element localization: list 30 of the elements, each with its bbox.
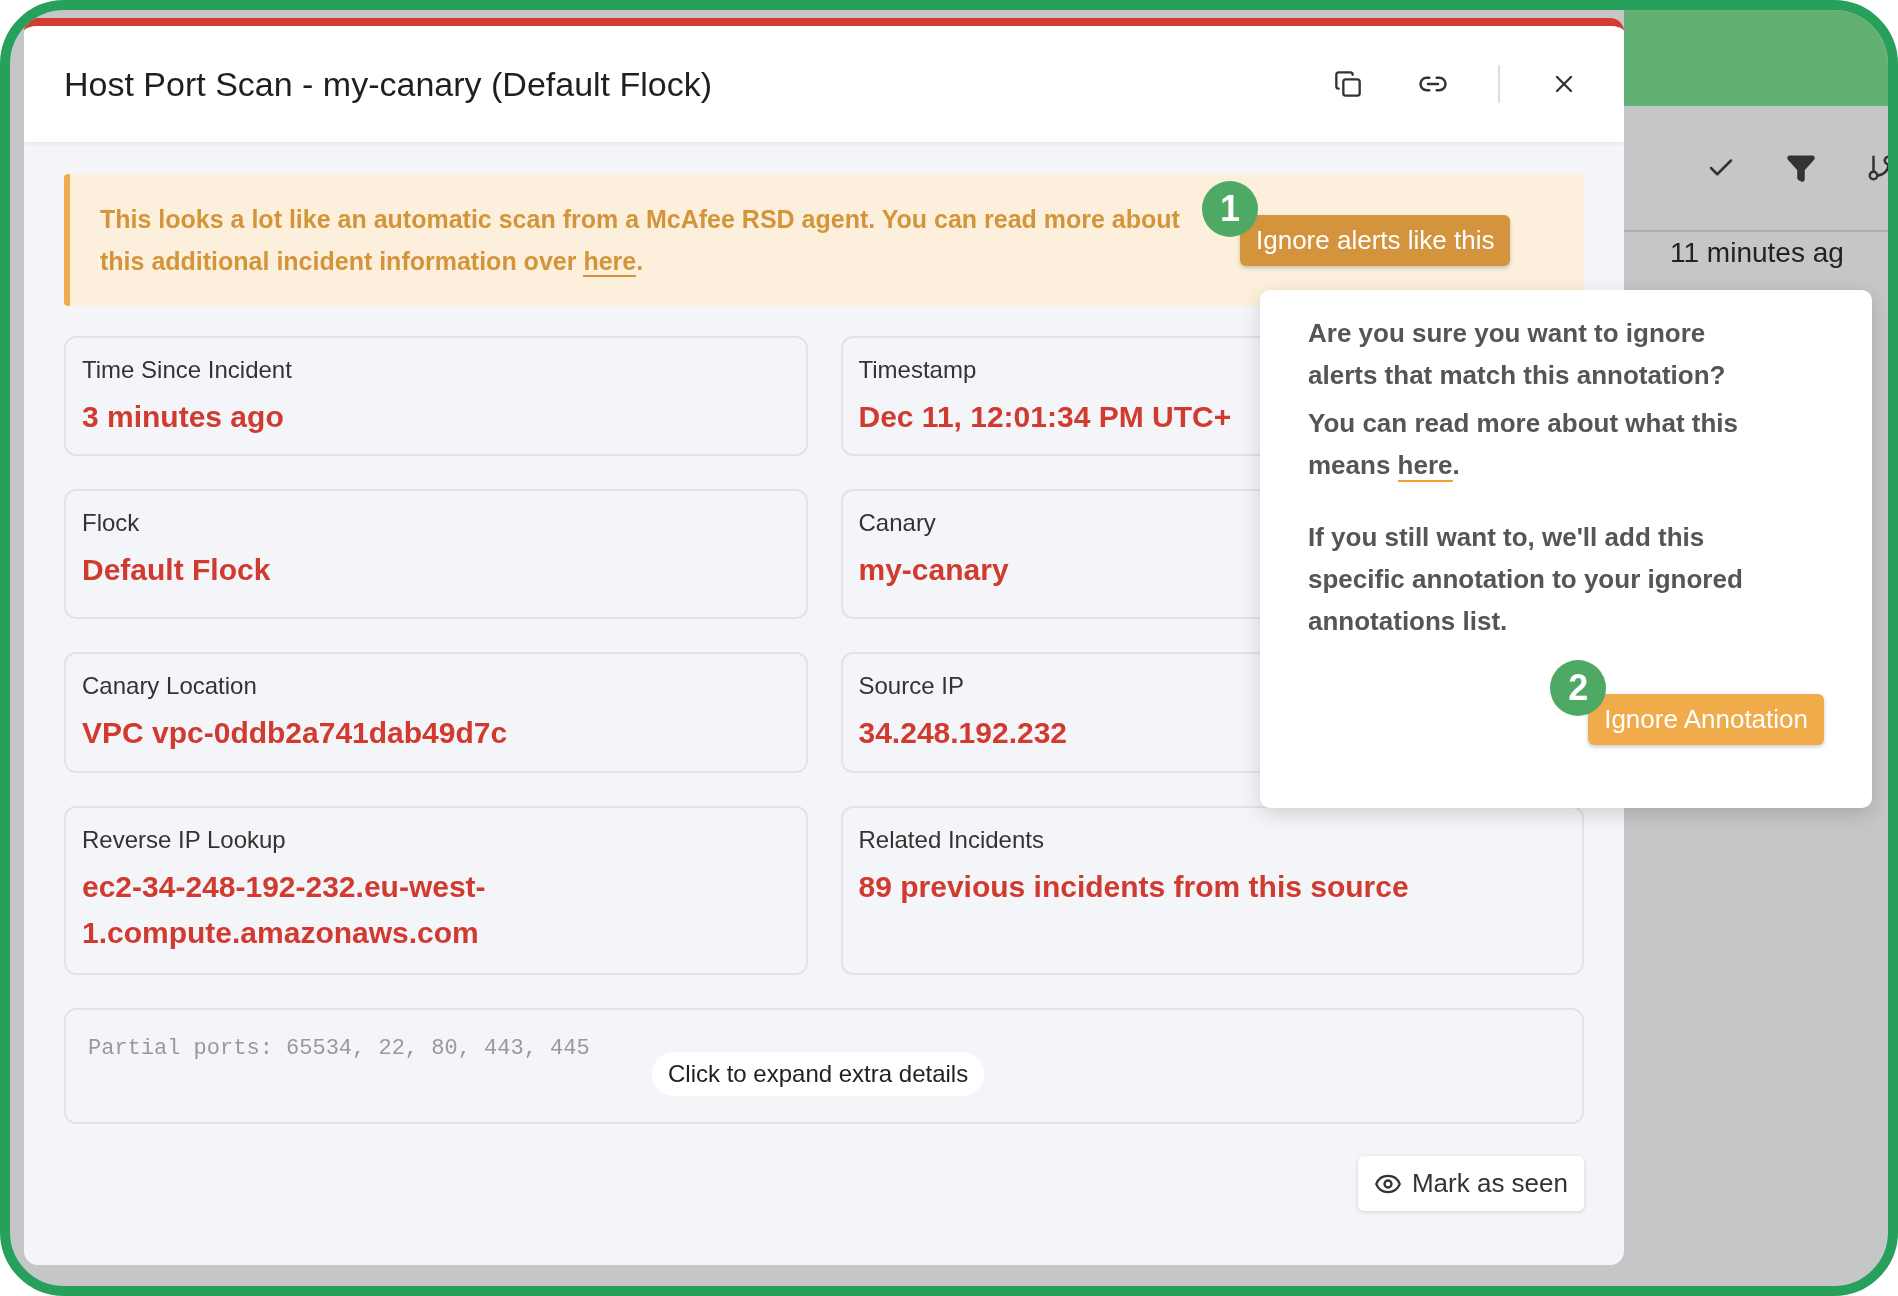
field-label: Flock bbox=[82, 509, 140, 537]
field-value: 3 minutes ago bbox=[82, 399, 284, 435]
dialog-title: Host Port Scan - my-canary (Default Flock) bbox=[64, 64, 714, 104]
expand-details-button[interactable]: Click to expand extra details bbox=[652, 1052, 985, 1096]
field-value: VPC vpc-0ddb2a741dab49d7c bbox=[82, 715, 508, 751]
confirm-info: You can read more about what this means here. bbox=[1308, 407, 1740, 484]
branch-icon[interactable] bbox=[1866, 153, 1888, 183]
field-label: Canary Location bbox=[82, 672, 257, 700]
field-label: Related Incidents bbox=[858, 826, 1044, 854]
field-value: my-canary bbox=[858, 552, 1009, 588]
banner-message: This looks a lot like an automatic scan from a McAfee RSD agent. You can read more about this additional incident information over here. bbox=[100, 204, 1181, 279]
field-value: ec2-34-248-192-232.eu-west-1.compute.amazonaws.com bbox=[82, 869, 487, 951]
field-label: Canary bbox=[858, 509, 936, 537]
incident-time: 11 minutes ag bbox=[1670, 236, 1844, 270]
field-label: Reverse IP Lookup bbox=[82, 826, 286, 854]
field-label: Timestamp bbox=[858, 356, 977, 384]
field-value: 89 previous incidents from this source bbox=[858, 869, 1409, 905]
field-value: Dec 11, 12:01:34 PM UTC+ bbox=[858, 399, 1232, 435]
step-badge: 1 bbox=[1202, 180, 1258, 237]
confirm-note: If you still want to, we'll add this specific annotation to your ignored annotations list. bbox=[1308, 521, 1744, 638]
step-badge: 2 bbox=[1550, 660, 1607, 716]
field-value: 34.248.192.232 bbox=[858, 715, 1068, 751]
filter-icon[interactable] bbox=[1786, 153, 1816, 183]
field-label: Time Since Incident bbox=[82, 356, 292, 384]
info-link[interactable]: here bbox=[1397, 450, 1453, 482]
mark-seen-button[interactable]: Mark as seen bbox=[1357, 1156, 1584, 1211]
field-label: Source IP bbox=[858, 672, 964, 700]
field-value: Default Flock bbox=[82, 552, 271, 588]
confirm-question: Are you sure you want to ignore alerts that match this annotation? bbox=[1308, 317, 1727, 392]
ports-text: Partial ports: 65534, 22, 80, 443, 445 bbox=[88, 1036, 591, 1061]
